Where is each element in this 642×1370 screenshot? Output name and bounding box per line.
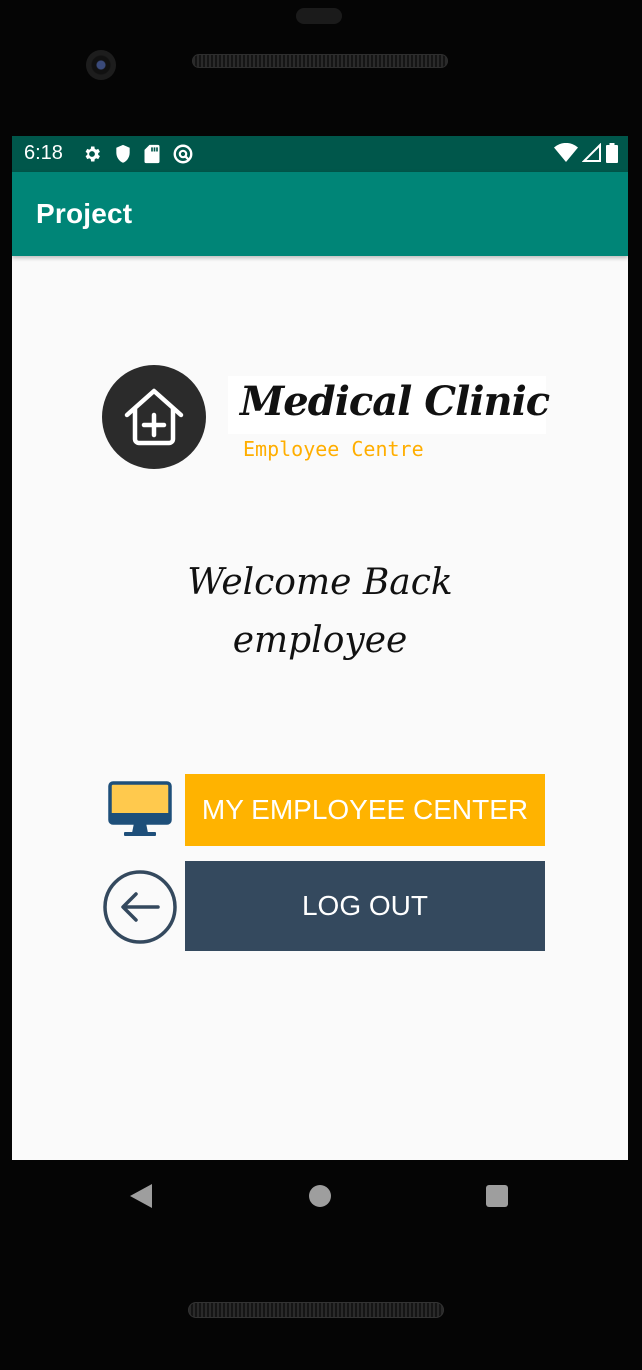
brand-logo: Medical Clinic [228, 376, 550, 434]
status-notification-icons [82, 143, 194, 165]
welcome-line-1: Welcome Back [187, 562, 453, 603]
earpiece [296, 8, 342, 24]
brand-name: Medical Clinic [240, 378, 550, 425]
navigation-bar [0, 1160, 642, 1232]
nav-back-icon[interactable] [130, 1184, 152, 1208]
nav-recent-icon[interactable] [486, 1185, 508, 1207]
logout-button[interactable]: LOG OUT [185, 861, 545, 951]
home-plus-icon [102, 365, 206, 469]
status-bar: 6:18 [12, 136, 628, 172]
top-speaker-grille [192, 54, 448, 68]
app-bar: Project [12, 172, 628, 256]
sd-card-icon [144, 144, 160, 164]
battery-icon [606, 143, 618, 163]
my-employee-center-button[interactable]: MY EMPLOYEE CENTER [185, 774, 545, 846]
nav-home-icon[interactable] [309, 1185, 331, 1207]
phone-screen: 6:18 Project Medical Clinic Employee Cen… [12, 136, 628, 1160]
sync-icon [173, 144, 193, 164]
bottom-speaker-grille [188, 1302, 444, 1318]
status-system-icons [554, 143, 618, 163]
welcome-line-2: employee [232, 620, 408, 661]
welcome-message: Welcome Back employee [120, 554, 520, 670]
signal-icon [582, 143, 601, 162]
phone-frame: 6:18 Project Medical Clinic Employee Cen… [0, 0, 642, 1370]
shield-icon [116, 144, 130, 163]
gear-icon [85, 146, 100, 162]
front-camera [86, 50, 116, 80]
brand-subtitle: Employee Centre [243, 437, 424, 461]
status-time: 6:18 [24, 142, 63, 164]
app-title: Project [36, 198, 133, 229]
monitor-icon [108, 781, 172, 843]
wifi-icon [554, 143, 578, 162]
back-arrow-icon [102, 869, 178, 949]
